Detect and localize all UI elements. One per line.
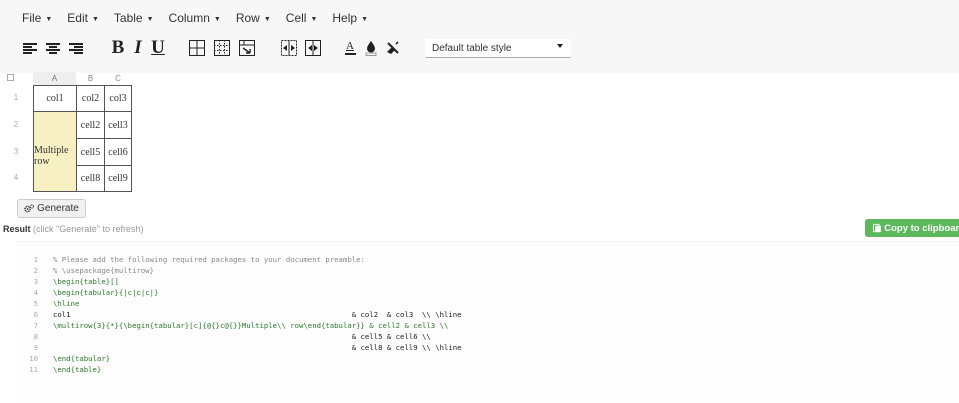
merged-cell-line-1: Multiple — [34, 145, 69, 156]
caret-down-icon: ▼ — [91, 15, 99, 23]
cell-c2[interactable]: cell3 — [105, 112, 132, 139]
row-header-2[interactable]: 2 — [10, 120, 22, 129]
underline-button[interactable]: U — [151, 37, 165, 59]
top-panel: File ▼ Edit ▼ Table ▼ Column ▼ Row ▼ Cell ▼ He… — [0, 0, 959, 73]
caret-down-icon: ▼ — [263, 15, 271, 23]
row-header-3[interactable]: 3 — [10, 147, 22, 156]
cell-b4[interactable]: cell8 — [77, 166, 105, 192]
menubar: File ▼ Edit ▼ Table ▼ Column ▼ Row ▼ Cell ▼ He… — [22, 11, 383, 25]
align-right-icon[interactable] — [68, 37, 84, 59]
table-style-value: Default table style — [432, 42, 512, 54]
merge-cells-icon[interactable] — [238, 37, 256, 59]
select-all-checkbox[interactable] — [7, 74, 14, 81]
column-header-c[interactable]: C — [105, 72, 131, 85]
align-center-icon[interactable] — [45, 37, 61, 59]
menu-file[interactable]: File ▼ — [22, 11, 52, 25]
table-style-select[interactable]: Default table style — [425, 39, 571, 58]
align-left-icon[interactable] — [22, 37, 38, 59]
all-borders-icon[interactable] — [188, 37, 206, 59]
code-output[interactable]: 1% Please add the following required pac… — [16, 241, 959, 403]
menu-help[interactable]: Help ▼ — [332, 11, 368, 25]
chevron-down-icon — [557, 44, 563, 48]
copy-to-clipboard-button[interactable]: Copy to clipboard — [865, 219, 959, 237]
gears-icon — [24, 204, 35, 213]
cell-c3[interactable]: cell6 — [105, 139, 132, 166]
italic-button[interactable]: I — [132, 37, 144, 59]
split-cells-vertical-icon[interactable] — [304, 37, 322, 59]
copy-label: Copy to clipboard — [884, 222, 959, 234]
caret-down-icon: ▼ — [213, 15, 221, 23]
merged-cell-line-2: row — [34, 156, 50, 167]
menu-column[interactable]: Column ▼ — [169, 11, 221, 25]
caret-down-icon: ▼ — [45, 15, 53, 23]
split-cells-horizontal-icon[interactable] — [280, 37, 298, 59]
menu-row[interactable]: Row ▼ — [236, 11, 271, 25]
result-label: Result — [3, 224, 31, 234]
clipboard-icon — [873, 223, 881, 233]
row-header-4[interactable]: 4 — [10, 173, 22, 182]
cell-a2-merged[interactable]: Multiple row — [33, 112, 77, 192]
column-header-a[interactable]: A — [33, 72, 76, 85]
cell-b2[interactable]: cell2 — [77, 112, 105, 139]
text-color-icon[interactable]: A — [343, 37, 357, 59]
bold-button[interactable]: B — [111, 37, 125, 59]
caret-down-icon: ▼ — [310, 15, 318, 23]
cell-a1[interactable]: col1 — [33, 85, 77, 112]
menu-cell[interactable]: Cell ▼ — [286, 11, 318, 25]
result-heading: Result (click "Generate" to refresh) — [3, 224, 143, 234]
caret-down-icon: ▼ — [146, 15, 154, 23]
generate-label: Generate — [37, 203, 79, 214]
menu-table[interactable]: Table ▼ — [114, 11, 154, 25]
cell-c1[interactable]: col3 — [105, 85, 132, 112]
cell-c4[interactable]: cell9 — [105, 166, 132, 192]
fill-color-icon[interactable] — [364, 37, 378, 59]
caret-down-icon: ▼ — [361, 15, 369, 23]
result-hint: (click "Generate" to refresh) — [33, 224, 144, 234]
cell-b3[interactable]: cell5 — [77, 139, 105, 166]
clear-formatting-icon[interactable] — [384, 37, 400, 59]
inner-borders-icon[interactable] — [213, 37, 231, 59]
column-header-b[interactable]: B — [76, 72, 105, 85]
row-header-1[interactable]: 1 — [10, 93, 22, 102]
menu-edit[interactable]: Edit ▼ — [67, 11, 99, 25]
generate-button[interactable]: Generate — [17, 199, 86, 218]
cell-b1[interactable]: col2 — [77, 85, 105, 112]
